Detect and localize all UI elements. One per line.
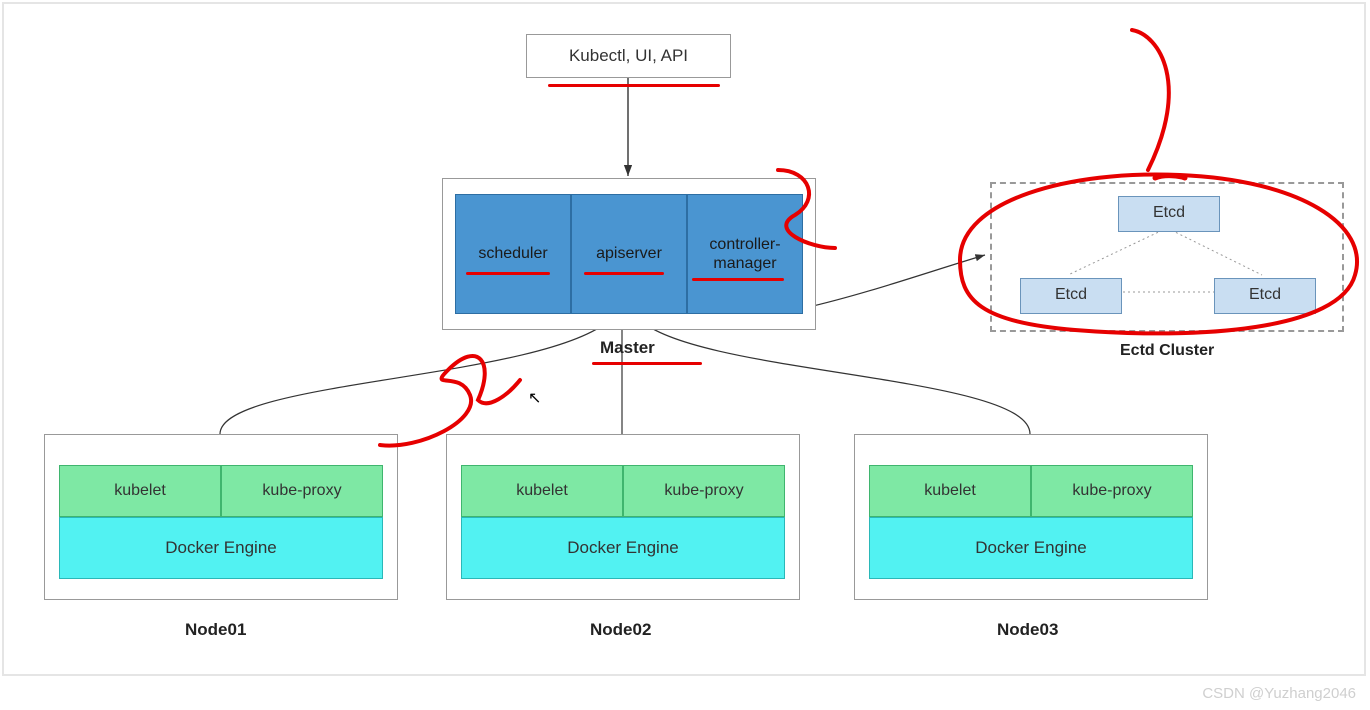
node02-docker: Docker Engine: [461, 517, 785, 579]
cursor-icon: ↖: [528, 388, 541, 408]
node02-container: kubelet kube-proxy Docker Engine: [446, 434, 800, 600]
master-scheduler: scheduler: [455, 194, 571, 314]
master-title: Master: [600, 338, 655, 358]
node01-title: Node01: [185, 620, 246, 640]
master-components: scheduler apiserver controller-manager: [455, 194, 803, 314]
etcd-box-left: Etcd: [1020, 278, 1122, 314]
node01-kubeproxy: kube-proxy: [221, 465, 383, 517]
etcd-title: Ectd Cluster: [1120, 342, 1214, 360]
node03-docker: Docker Engine: [869, 517, 1193, 579]
node02-title: Node02: [590, 620, 651, 640]
node03-title: Node03: [997, 620, 1058, 640]
master-apiserver: apiserver: [571, 194, 687, 314]
underline-scheduler: [466, 272, 550, 275]
etcd-cluster-container: Etcd Etcd Etcd: [990, 182, 1344, 332]
node03-kubelet: kubelet: [869, 465, 1031, 517]
master-controller-manager: controller-manager: [687, 194, 803, 314]
node01-container: kubelet kube-proxy Docker Engine: [44, 434, 398, 600]
watermark: CSDN @Yuzhang2046: [1202, 685, 1356, 702]
node03-kubeproxy: kube-proxy: [1031, 465, 1193, 517]
etcd-box-right: Etcd: [1214, 278, 1316, 314]
node03-container: kubelet kube-proxy Docker Engine: [854, 434, 1208, 600]
etcd-box-top: Etcd: [1118, 196, 1220, 232]
node01-kubelet: kubelet: [59, 465, 221, 517]
underline-controller: [692, 278, 784, 281]
node01-docker: Docker Engine: [59, 517, 383, 579]
client-label: Kubectl, UI, API: [569, 46, 688, 65]
node02-kubelet: kubelet: [461, 465, 623, 517]
node02-kubeproxy: kube-proxy: [623, 465, 785, 517]
client-box: Kubectl, UI, API: [526, 34, 731, 78]
underline-apiserver: [584, 272, 664, 275]
underline-clients: [548, 84, 720, 87]
underline-master: [592, 362, 702, 365]
